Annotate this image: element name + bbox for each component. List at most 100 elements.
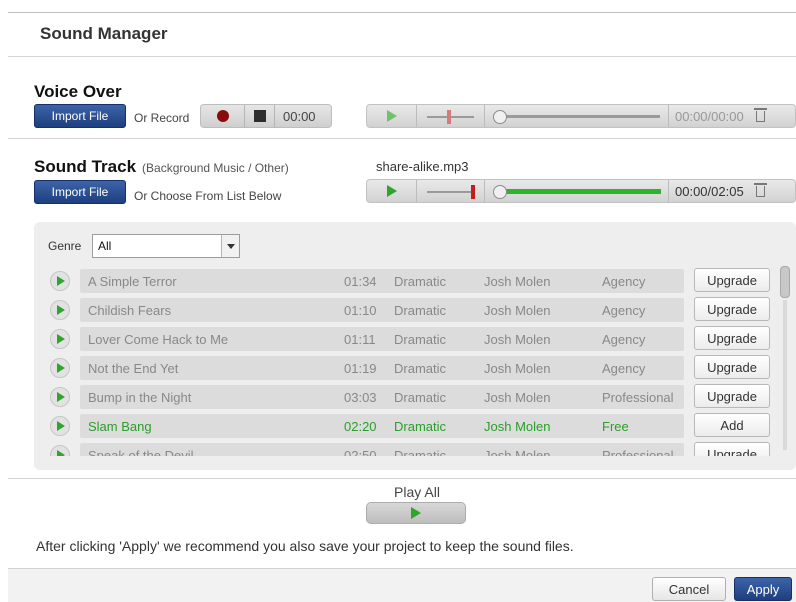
track-info[interactable]: Slam Bang 02:20 Dramatic Josh Molen Free bbox=[80, 414, 684, 438]
genre-selected-value: All bbox=[98, 239, 112, 253]
track-row[interactable]: Slam Bang 02:20 Dramatic Josh Molen Free Add bbox=[46, 413, 774, 439]
voice-over-play-button[interactable] bbox=[367, 105, 417, 127]
track-play-button[interactable] bbox=[50, 271, 70, 291]
seek-knob[interactable] bbox=[493, 110, 507, 124]
track-artist: Josh Molen bbox=[484, 419, 551, 434]
track-upgrade-button[interactable]: Upgrade bbox=[694, 297, 770, 321]
track-artist: Josh Molen bbox=[484, 332, 551, 347]
genre-label: Genre bbox=[48, 239, 82, 253]
track-license: Professional bbox=[602, 390, 674, 405]
sound-track-file-name: share-alike.mp3 bbox=[376, 159, 469, 174]
track-row[interactable]: Speak of the Devil 02:50 Dramatic Josh Mole… bbox=[46, 442, 774, 456]
list-divider bbox=[8, 478, 796, 479]
track-play-button[interactable] bbox=[50, 387, 70, 407]
sound-track-time: 00:00/02:05 bbox=[675, 183, 744, 199]
dialog-title: Sound Manager bbox=[40, 24, 168, 43]
cancel-button[interactable]: Cancel bbox=[652, 577, 726, 601]
track-upgrade-button[interactable]: Upgrade bbox=[694, 326, 770, 350]
track-upgrade-button[interactable]: Upgrade bbox=[694, 384, 770, 408]
track-list-scrollbar[interactable] bbox=[780, 266, 790, 454]
play-icon bbox=[411, 507, 421, 519]
track-info[interactable]: Bump in the Night 03:03 Dramatic Josh Molen… bbox=[80, 385, 684, 409]
sound-track-import-button[interactable]: Import File bbox=[34, 180, 126, 204]
track-row[interactable]: Lover Come Hack to Me 01:11 Dramatic Josh M… bbox=[46, 326, 774, 352]
track-title: Lover Come Hack to Me bbox=[88, 332, 229, 347]
track-row[interactable]: Bump in the Night 03:03 Dramatic Josh Molen… bbox=[46, 384, 774, 410]
track-artist: Josh Molen bbox=[484, 303, 551, 318]
chevron-down-icon bbox=[226, 243, 235, 249]
scrollbar-thumb[interactable] bbox=[780, 266, 790, 298]
track-genre: Dramatic bbox=[394, 332, 447, 347]
track-license: Agency bbox=[602, 303, 646, 318]
track-play-button[interactable] bbox=[50, 416, 70, 436]
track-duration: 02:20 bbox=[344, 419, 377, 434]
stop-button[interactable] bbox=[245, 105, 275, 127]
record-time: 00:00 bbox=[283, 108, 316, 124]
apply-button[interactable]: Apply bbox=[734, 577, 792, 601]
track-duration: 01:19 bbox=[344, 361, 377, 376]
track-license: Free bbox=[602, 419, 629, 434]
genre-dropdown[interactable]: All bbox=[92, 234, 240, 258]
track-upgrade-button[interactable]: Upgrade bbox=[694, 355, 770, 379]
track-license: Agency bbox=[602, 361, 646, 376]
sound-track-heading: Sound Track (Background Music / Other) bbox=[34, 157, 289, 177]
sound-track-play-button[interactable] bbox=[367, 180, 417, 202]
track-genre: Dramatic bbox=[394, 361, 447, 376]
track-info[interactable]: Lover Come Hack to Me 01:11 Dramatic Josh M… bbox=[80, 327, 684, 351]
sound-track-seek-bar[interactable] bbox=[485, 180, 669, 202]
play-icon bbox=[57, 276, 65, 286]
track-row[interactable]: Childish Fears 01:10 Dramatic Josh Molen Age… bbox=[46, 297, 774, 323]
track-genre: Dramatic bbox=[394, 390, 447, 405]
track-license: Professional bbox=[602, 448, 674, 456]
seek-knob[interactable] bbox=[493, 185, 507, 199]
voice-over-seek-bar[interactable] bbox=[485, 105, 669, 127]
track-info[interactable]: A Simple Terror 01:34 Dramatic Josh Molen Ag… bbox=[80, 269, 684, 293]
sound-track-title: Sound Track bbox=[34, 157, 137, 176]
track-title: Slam Bang bbox=[88, 419, 152, 434]
track-license: Agency bbox=[602, 332, 646, 347]
voice-over-volume-slider[interactable] bbox=[417, 105, 485, 127]
voice-over-import-button[interactable]: Import File bbox=[34, 104, 126, 128]
track-title: A Simple Terror bbox=[88, 274, 177, 289]
track-list-panel: Genre All A Simple Terror 01:34 Dramatic Jo… bbox=[34, 222, 796, 470]
track-play-button[interactable] bbox=[50, 358, 70, 378]
play-all-label: Play All bbox=[394, 484, 440, 500]
track-play-button[interactable] bbox=[50, 445, 70, 456]
record-button[interactable] bbox=[201, 105, 245, 127]
apply-note: After clicking 'Apply' we recommend you … bbox=[36, 538, 574, 554]
track-artist: Josh Molen bbox=[484, 390, 551, 405]
track-info[interactable]: Speak of the Devil 02:50 Dramatic Josh Mole… bbox=[80, 443, 684, 456]
volume-knob[interactable] bbox=[447, 110, 451, 124]
play-all-button[interactable] bbox=[366, 502, 466, 524]
track-genre: Dramatic bbox=[394, 274, 447, 289]
track-duration: 02:50 bbox=[344, 448, 377, 456]
track-duration: 03:03 bbox=[344, 390, 377, 405]
track-upgrade-button[interactable]: Upgrade bbox=[694, 268, 770, 292]
top-divider bbox=[8, 12, 796, 13]
track-row[interactable]: Not the End Yet 01:19 Dramatic Josh Molen Ag… bbox=[46, 355, 774, 381]
track-info[interactable]: Not the End Yet 01:19 Dramatic Josh Molen Ag… bbox=[80, 356, 684, 380]
genre-dropdown-toggle[interactable] bbox=[221, 235, 239, 257]
track-license: Agency bbox=[602, 274, 646, 289]
track-list: A Simple Terror 01:34 Dramatic Josh Molen Ag… bbox=[46, 268, 774, 456]
voice-over-heading: Voice Over bbox=[34, 82, 122, 101]
sound-track-volume-slider[interactable] bbox=[417, 180, 485, 202]
track-row[interactable]: A Simple Terror 01:34 Dramatic Josh Molen Ag… bbox=[46, 268, 774, 294]
track-info[interactable]: Childish Fears 01:10 Dramatic Josh Molen Age… bbox=[80, 298, 684, 322]
track-play-button[interactable] bbox=[50, 300, 70, 320]
track-title: Childish Fears bbox=[88, 303, 172, 318]
play-icon bbox=[57, 334, 65, 344]
voice-over-delete-button[interactable] bbox=[750, 105, 772, 127]
sound-track-delete-button[interactable] bbox=[750, 180, 772, 202]
play-icon bbox=[57, 392, 65, 402]
sound-track-subheading: (Background Music / Other) bbox=[142, 161, 289, 175]
track-artist: Josh Molen bbox=[484, 361, 551, 376]
track-duration: 01:11 bbox=[344, 332, 376, 347]
track-upgrade-button[interactable]: Upgrade bbox=[694, 442, 770, 456]
track-play-button[interactable] bbox=[50, 329, 70, 349]
play-icon bbox=[57, 363, 65, 373]
track-duration: 01:10 bbox=[344, 303, 377, 318]
trash-icon bbox=[754, 107, 768, 122]
track-add-button[interactable]: Add bbox=[694, 413, 770, 437]
volume-knob[interactable] bbox=[471, 185, 475, 199]
